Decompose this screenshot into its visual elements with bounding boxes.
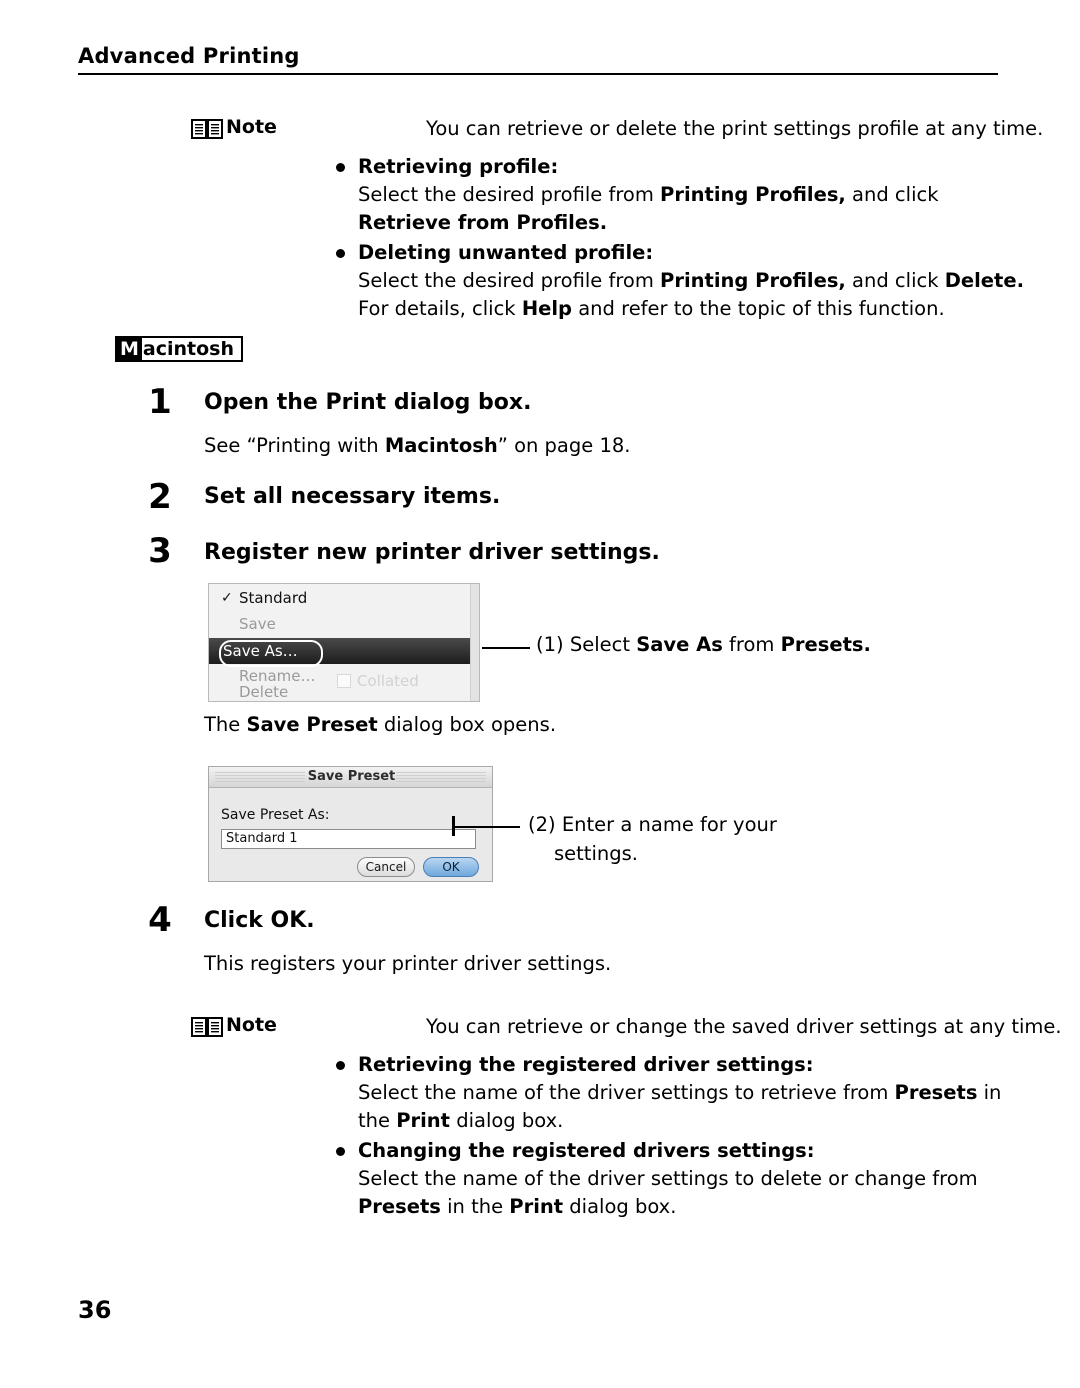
menu-item-standard[interactable]: ✓ Standard <box>209 586 479 610</box>
bullet-dot-icon <box>336 163 345 172</box>
checkmark-icon: ✓ <box>221 590 233 606</box>
menu-item-save[interactable]: Save <box>209 612 479 636</box>
step-1-title: Open the Print dialog box. <box>204 390 532 415</box>
note1-item-0: Retrieving profile: Select the desired p… <box>336 153 1080 237</box>
ok-button[interactable]: OK <box>423 857 479 877</box>
callout-2-leader-line <box>452 826 520 828</box>
platform-tag-macintosh: Macintosh <box>115 336 244 362</box>
note1-item-1: Deleting unwanted profile: Select the de… <box>336 239 1080 323</box>
collated-label: Collated <box>357 672 419 690</box>
note2-item-0: Retrieving the registered driver setting… <box>336 1051 1080 1135</box>
collated-checkbox[interactable] <box>337 674 351 688</box>
document-page: Advanced Printing Note You can retrieve … <box>0 0 1080 1388</box>
note2-item-1-line-0: Select the name of the driver settings t… <box>358 1167 978 1190</box>
book-icon <box>190 1015 224 1039</box>
note1-item-1-line-0: Select the desired profile from Printing… <box>358 269 1024 292</box>
platform-tag-rest: acintosh <box>142 338 235 360</box>
step-3-number: 3 <box>148 531 172 571</box>
save-preset-dialog-screenshot: Save Preset Save Preset As: Standard 1 C… <box>208 766 493 882</box>
note1-item-0-line-0: Select the desired profile from Printing… <box>358 183 939 206</box>
note2-item-0-line-1: the Print dialog box. <box>358 1109 564 1132</box>
note2-item-0-title: Retrieving the registered driver setting… <box>336 1051 1080 1079</box>
bullet-dot-icon <box>336 1061 345 1070</box>
note1-item-0-title: Retrieving profile: <box>336 153 1080 181</box>
step-3-title: Register new printer driver settings. <box>204 540 660 565</box>
page-title: Advanced Printing <box>78 44 300 68</box>
step-2-number: 2 <box>148 477 172 517</box>
note2-intro-text: You can retrieve or change the saved dri… <box>426 1015 1062 1038</box>
step-4-body: This registers your printer driver setti… <box>204 952 612 975</box>
header-divider <box>78 73 998 75</box>
callout-1-text: (1) Select Save As from Presets. <box>536 633 871 656</box>
note-label: Note <box>226 116 277 138</box>
note1-item-0-line-1: Retrieve from Profiles. <box>358 211 608 234</box>
menu-item-save-as[interactable]: Save As… <box>223 639 298 663</box>
note-label: Note <box>226 1014 277 1036</box>
note1-item-1-title: Deleting unwanted profile: <box>336 239 1080 267</box>
dialog-title: Save Preset <box>307 769 396 784</box>
note2-item-1: Changing the registered drivers settings… <box>336 1137 1080 1221</box>
save-preset-as-label: Save Preset As: <box>221 807 330 823</box>
step-4-number: 4 <box>148 900 172 940</box>
page-header: Advanced Printing <box>78 44 998 75</box>
book-icon <box>190 117 224 141</box>
step-2-title: Set all necessary items. <box>204 484 501 509</box>
step-1-body: See “Printing with Macintosh” on page 18… <box>204 434 631 457</box>
note2-item-1-title: Changing the registered drivers settings… <box>336 1137 1080 1165</box>
save-preset-opens-text: The Save Preset dialog box opens. <box>204 713 557 736</box>
note1-item-1-line-1: For details, click Help and refer to the… <box>358 297 945 320</box>
save-preset-name-input[interactable]: Standard 1 <box>221 829 476 849</box>
note2-item-0-line-0: Select the name of the driver settings t… <box>358 1081 1002 1104</box>
callout-2-leader-tick <box>452 816 455 836</box>
step-4-title: Click OK. <box>204 908 315 933</box>
menu-scroll-edge <box>470 584 479 701</box>
platform-tag-initial: M <box>117 338 142 360</box>
step-1-number: 1 <box>148 382 172 422</box>
note-intro-text: You can retrieve or delete the print set… <box>426 117 1044 140</box>
callout-1-leader-line <box>482 647 530 649</box>
bullet-dot-icon <box>336 1147 345 1156</box>
note2-item-1-line-1: Presets in the Print dialog box. <box>358 1195 677 1218</box>
page-number: 36 <box>78 1296 112 1324</box>
callout-2-text: (2) Enter a name for your settings. <box>528 813 777 865</box>
cancel-button[interactable]: Cancel <box>357 857 415 877</box>
presets-menu-screenshot: ✓ Standard Save Save As… Rename… Delete … <box>208 583 480 702</box>
bullet-dot-icon <box>336 249 345 258</box>
